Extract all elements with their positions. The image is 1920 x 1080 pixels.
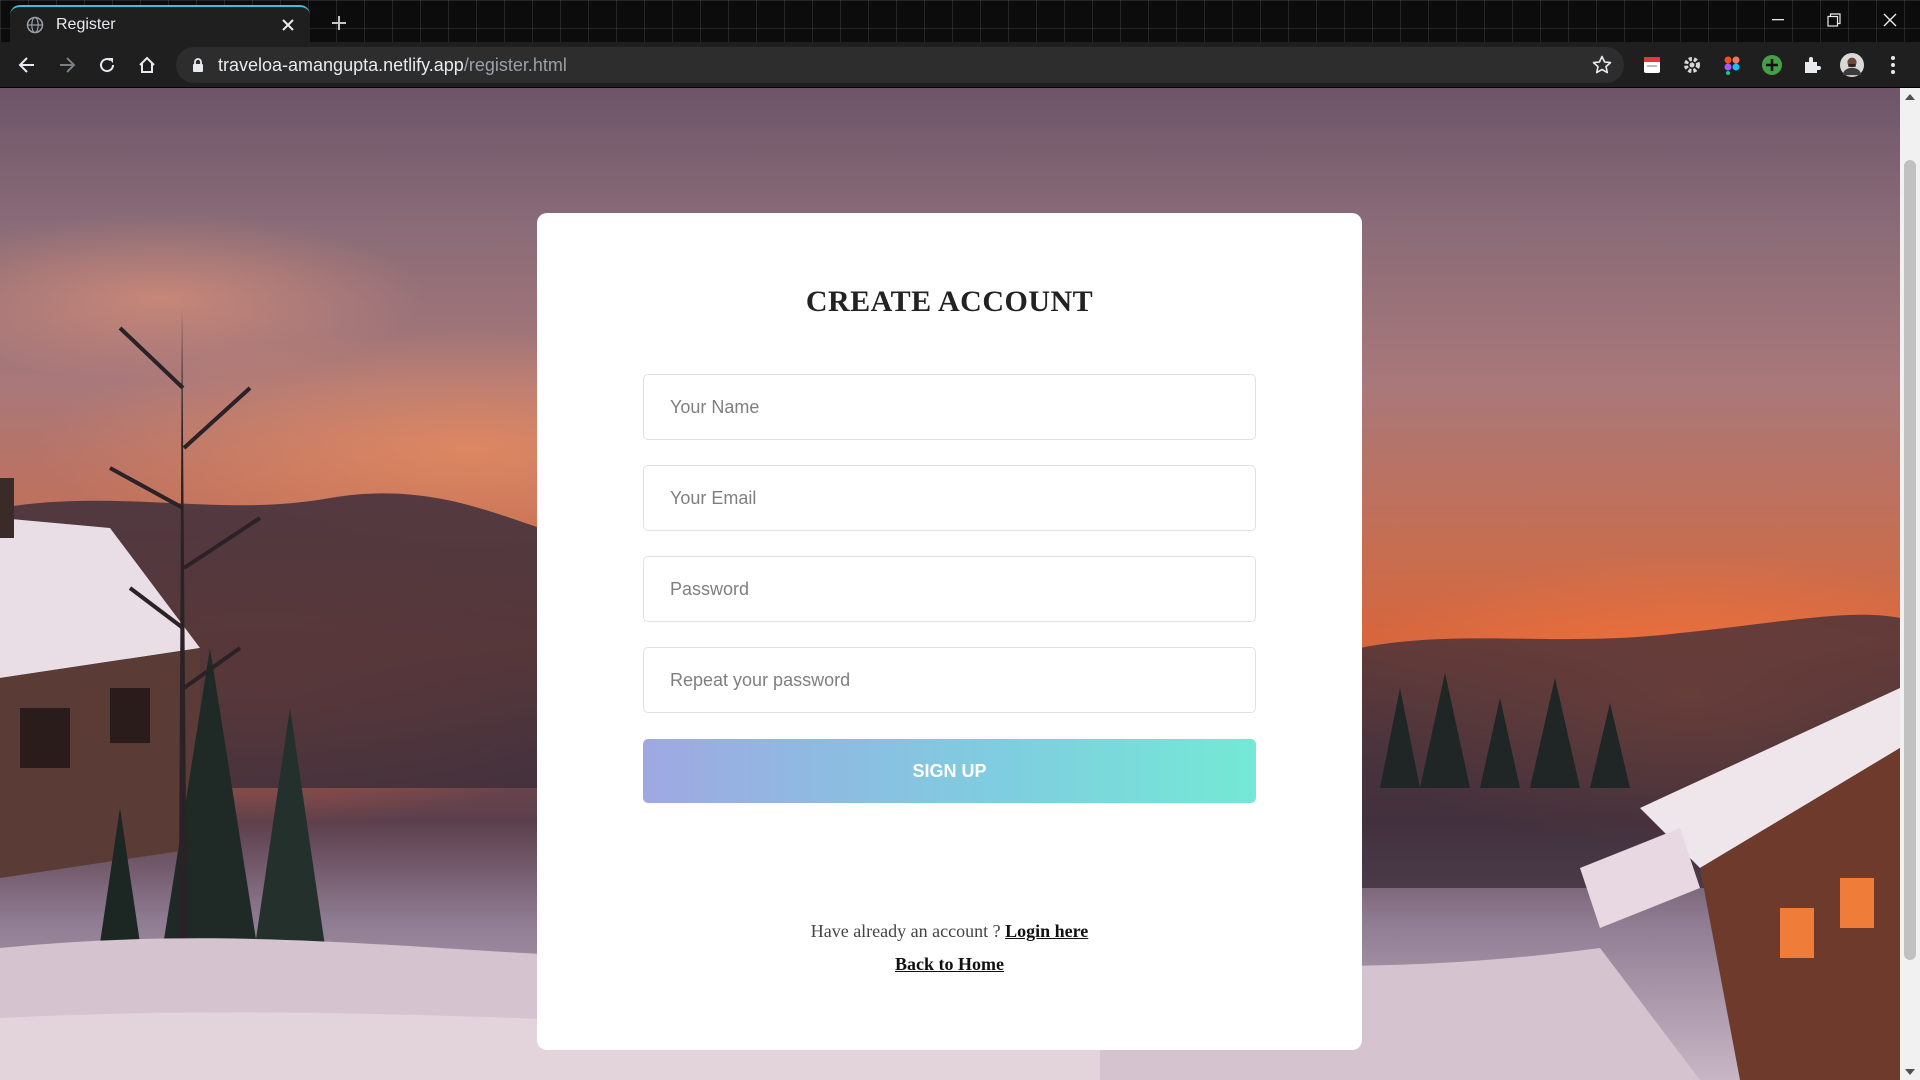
close-tab-icon[interactable] (276, 13, 300, 37)
reload-icon[interactable] (91, 49, 123, 81)
url-host: traveloa-amangupta.netlify.app (218, 54, 464, 75)
login-prompt: Have already an account ? Login here (537, 921, 1362, 942)
browser-tab-register[interactable]: Register (10, 5, 310, 42)
globe-icon (26, 16, 44, 33)
repeat-password-input[interactable] (643, 647, 1256, 713)
name-input[interactable] (643, 374, 1256, 440)
bookmark-star-icon[interactable] (1592, 55, 1612, 75)
restore-icon[interactable] (1806, 0, 1862, 40)
forward-arrow-icon[interactable] (51, 49, 83, 81)
puzzle-extensions-icon[interactable] (1800, 53, 1824, 77)
lock-icon (193, 58, 203, 72)
address-bar[interactable]: traveloa-amangupta.netlify.app/register.… (176, 47, 1624, 83)
browser-toolbar: traveloa-amangupta.netlify.app/register.… (0, 42, 1920, 88)
tab-title: Register (56, 15, 116, 33)
url-path: /register.html (463, 54, 567, 75)
page-scrollbar[interactable] (1900, 88, 1920, 1080)
back-home-line: Back to Home (537, 954, 1362, 975)
email-input[interactable] (643, 465, 1256, 531)
figma-extension-icon[interactable] (1720, 53, 1744, 77)
new-tab-icon[interactable] (325, 9, 353, 37)
scrollbar-thumb[interactable] (1904, 160, 1916, 960)
back-to-home-link[interactable]: Back to Home (895, 954, 1004, 974)
add-green-extension-icon[interactable] (1760, 53, 1784, 77)
scroll-up-icon[interactable] (1900, 88, 1920, 105)
profile-avatar-icon[interactable] (1840, 53, 1864, 77)
scroll-down-icon[interactable] (1900, 1063, 1920, 1080)
register-card: CREATE ACCOUNT SIGN UP Have already an a… (537, 213, 1362, 1050)
minimize-icon[interactable] (1750, 0, 1806, 40)
calendar-extension-icon[interactable] (1640, 53, 1664, 77)
tab-strip: Register (0, 0, 1920, 42)
login-link[interactable]: Login here (1005, 921, 1088, 941)
close-window-icon[interactable] (1862, 0, 1918, 40)
password-input[interactable] (643, 556, 1256, 622)
sign-up-button[interactable]: SIGN UP (643, 739, 1256, 803)
back-arrow-icon[interactable] (11, 49, 43, 81)
home-icon[interactable] (131, 49, 163, 81)
have-account-text: Have already an account ? (810, 921, 1006, 941)
gear-extension-icon[interactable] (1680, 53, 1704, 77)
menu-dots-icon[interactable] (1881, 53, 1905, 77)
page-title: CREATE ACCOUNT (805, 285, 1094, 318)
url-text: traveloa-amangupta.netlify.app/register.… (218, 55, 567, 76)
